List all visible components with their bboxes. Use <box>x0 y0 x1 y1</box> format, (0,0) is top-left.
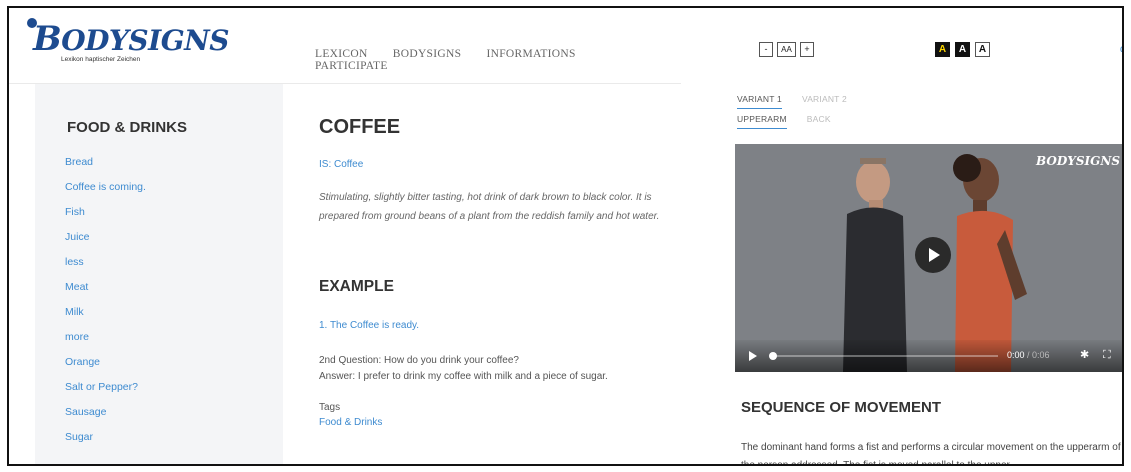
nav-item-participate[interactable]: PARTICIPATE <box>315 60 388 72</box>
question-text: 2nd Question: How do you drink your coff… <box>319 355 519 366</box>
video-time: 0:00 / 0:06 <box>1007 350 1050 360</box>
video-progress-bar[interactable] <box>769 352 998 360</box>
entry-content: COFFEE IS: Coffee Stimulating, slightly … <box>315 84 675 464</box>
question-answer: 2nd Question: How do you drink your coff… <box>319 353 689 385</box>
sidebar-list: Bread Coffee is coming. Fish Juice less … <box>65 154 146 454</box>
video-player[interactable]: BODYSIGNS 0:00 / 0:06 ✱ ⛶ <box>735 144 1122 372</box>
main-nav: LEXICON BODYSIGNS INFORMATIONS PARTICIPA… <box>315 48 681 72</box>
video-controls: 0:00 / 0:06 ✱ ⛶ <box>735 340 1122 372</box>
contrast-controls: A A A <box>935 42 990 57</box>
sequence-text: The dominant hand forms a fist and perfo… <box>741 442 1121 466</box>
sequence-heading: SEQUENCE OF MOVEMENT <box>741 399 942 416</box>
sidebar-item-meat[interactable]: Meat <box>65 279 146 304</box>
sidebar-item-more[interactable]: more <box>65 329 146 354</box>
tab-variant-2[interactable]: VARIANT 2 <box>802 94 847 109</box>
sidebar-item-coffee-is-coming[interactable]: Coffee is coming. <box>65 179 146 204</box>
tab-variant-1[interactable]: VARIANT 1 <box>737 94 782 109</box>
logo-subtitle: Lexikon haptischer Zeichen <box>61 56 141 63</box>
video-watermark: BODYSIGNS <box>1036 154 1120 168</box>
volume-mute-icon[interactable]: ✱ <box>1080 348 1089 361</box>
video-play-button[interactable] <box>915 237 951 273</box>
sidebar-item-sugar[interactable]: Sugar <box>65 429 146 454</box>
sidebar-item-fish[interactable]: Fish <box>65 204 146 229</box>
media-panel: - AA + A A A de VARIANT 1 VARIANT 2 UPPE… <box>681 8 1122 466</box>
entry-description: Stimulating, slightly bitter tasting, ho… <box>319 192 660 222</box>
tags-label: Tags <box>319 402 341 413</box>
sidebar-title: FOOD & DRINKS <box>67 119 187 136</box>
nav-item-bodysigns[interactable]: BODYSIGNS <box>393 48 462 60</box>
contrast-yellow-button[interactable]: A <box>935 42 950 57</box>
entry-title: COFFEE <box>319 116 401 138</box>
tab-upperarm[interactable]: UPPERARM <box>737 114 787 129</box>
sidebar-item-orange[interactable]: Orange <box>65 354 146 379</box>
sidebar-item-milk[interactable]: Milk <box>65 304 146 329</box>
fullscreen-icon[interactable]: ⛶ <box>1103 348 1111 362</box>
nav-item-informations[interactable]: INFORMATIONS <box>486 48 575 60</box>
example-heading: EXAMPLE <box>319 278 394 295</box>
font-reset-button[interactable]: AA <box>777 42 796 57</box>
sidebar-item-juice[interactable]: Juice <box>65 229 146 254</box>
browser-frame: BODYSIGNS Lexikon haptischer Zeichen LEX… <box>7 6 1124 466</box>
sidebar-item-sausage[interactable]: Sausage <box>65 404 146 429</box>
logo-title: BODYSIGNS <box>33 19 229 59</box>
progress-knob[interactable] <box>769 352 777 360</box>
answer-text: Answer: I prefer to drink my coffee with… <box>319 371 608 382</box>
tag-link-food-drinks[interactable]: Food & Drinks <box>319 417 382 428</box>
font-increase-button[interactable]: + <box>800 42 814 57</box>
tab-back[interactable]: BACK <box>807 114 831 129</box>
font-size-controls: - AA + <box>759 42 814 57</box>
variant-tabs: VARIANT 1 VARIANT 2 <box>737 94 847 109</box>
location-tabs: UPPERARM BACK <box>737 114 831 129</box>
example-link[interactable]: 1. The Coffee is ready. <box>319 320 419 331</box>
language-link[interactable]: de <box>1120 44 1122 55</box>
site-header: BODYSIGNS Lexikon haptischer Zeichen LEX… <box>9 8 681 84</box>
category-sidebar: FOOD & DRINKS Bread Coffee is coming. Fi… <box>35 84 283 464</box>
play-icon[interactable] <box>749 351 757 361</box>
sidebar-item-salt-or-pepper[interactable]: Salt or Pepper? <box>65 379 146 404</box>
is-link[interactable]: IS: Coffee <box>319 159 363 170</box>
contrast-dark-button[interactable]: A <box>955 42 970 57</box>
logo-figure-icon <box>27 18 37 28</box>
sidebar-item-less[interactable]: less <box>65 254 146 279</box>
contrast-normal-button[interactable]: A <box>975 42 990 57</box>
site-logo[interactable]: BODYSIGNS Lexikon haptischer Zeichen <box>27 18 229 63</box>
font-decrease-button[interactable]: - <box>759 42 773 57</box>
sidebar-item-bread[interactable]: Bread <box>65 154 146 179</box>
nav-item-lexicon[interactable]: LEXICON <box>315 48 368 60</box>
